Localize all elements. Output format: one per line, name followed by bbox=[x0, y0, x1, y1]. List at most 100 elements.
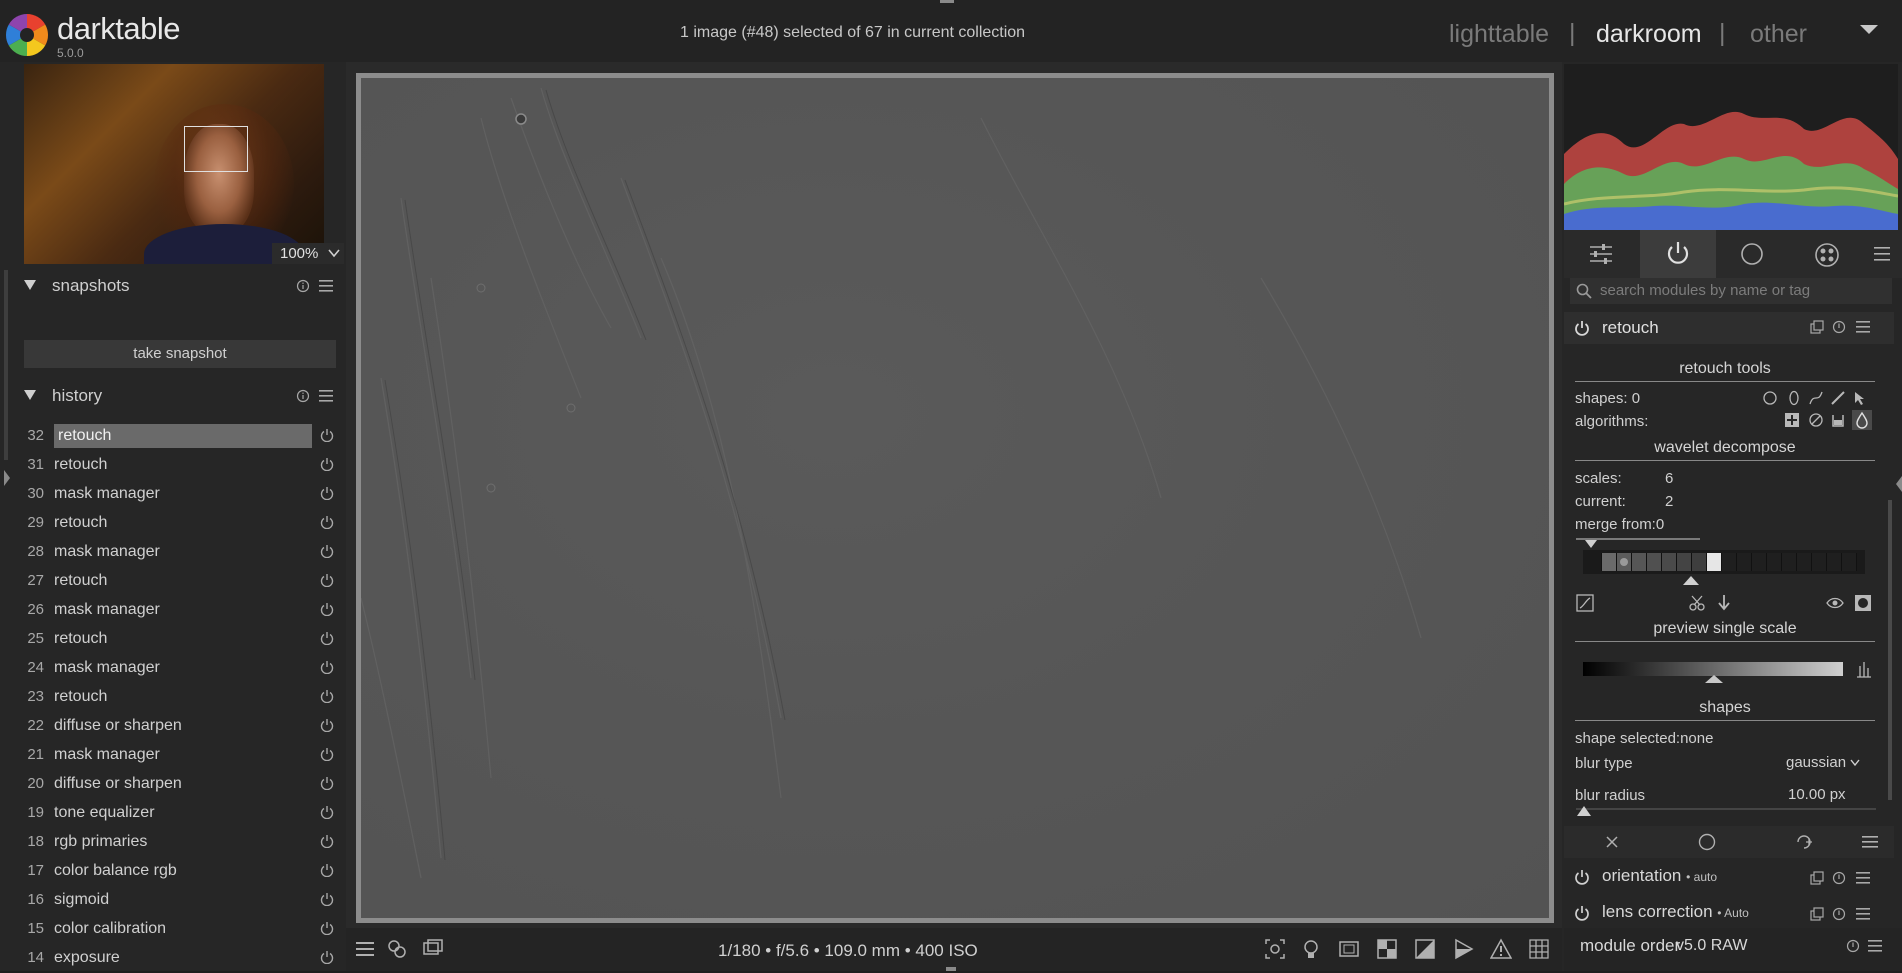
multi-instance-icon[interactable] bbox=[1810, 907, 1824, 921]
chevron-down-icon[interactable] bbox=[1858, 22, 1880, 38]
history-item[interactable]: 21 mask manager bbox=[20, 741, 340, 770]
history-item[interactable]: 22 diffuse or sharpen bbox=[20, 712, 340, 741]
auto-levels-icon[interactable] bbox=[1855, 660, 1873, 678]
levels-marker-icon[interactable] bbox=[1705, 675, 1723, 683]
module-order-reset-icon[interactable] bbox=[1846, 939, 1860, 953]
wavelet-scale-cell[interactable] bbox=[1827, 553, 1842, 571]
wavelet-scale-cell[interactable] bbox=[1782, 553, 1797, 571]
module-order-menu-icon[interactable] bbox=[1868, 940, 1882, 952]
history-item[interactable]: 18 rgb primaries bbox=[20, 828, 340, 857]
wavelet-scale-cell[interactable] bbox=[1737, 553, 1752, 571]
module-groups-menu-icon[interactable] bbox=[1874, 246, 1890, 262]
zoom-level-select[interactable]: 100% bbox=[272, 243, 344, 264]
history-item[interactable]: 17 color balance rgb bbox=[20, 857, 340, 886]
module-power-icon[interactable] bbox=[1574, 320, 1590, 336]
presets-menu-icon[interactable] bbox=[1856, 871, 1870, 885]
blend-drawn-icon[interactable] bbox=[1794, 833, 1814, 851]
menu-icon[interactable] bbox=[319, 280, 333, 292]
algo-blur-icon[interactable] bbox=[1852, 410, 1872, 430]
view-darkroom[interactable]: darkroom bbox=[1596, 20, 1702, 49]
algo-clone-icon[interactable] bbox=[1784, 412, 1800, 428]
wavelet-scale-cell[interactable] bbox=[1812, 553, 1827, 571]
wavelet-scale-cell[interactable] bbox=[1842, 553, 1857, 571]
wavelet-scale-cell[interactable] bbox=[1722, 553, 1737, 571]
module-power-icon[interactable] bbox=[1574, 869, 1590, 885]
history-item[interactable]: 24 mask manager bbox=[20, 654, 340, 683]
history-item[interactable]: 30 mask manager bbox=[20, 480, 340, 509]
presets-menu-icon[interactable] bbox=[1856, 321, 1870, 333]
menu-icon[interactable] bbox=[319, 390, 333, 402]
history-item[interactable]: 25 retouch bbox=[20, 625, 340, 654]
blur-radius-marker-icon[interactable] bbox=[1577, 806, 1591, 816]
second-window-icon[interactable] bbox=[422, 938, 444, 960]
wavelet-scale-cell[interactable] bbox=[1797, 553, 1812, 571]
wavelet-scale-strip[interactable] bbox=[1583, 550, 1865, 574]
wavelet-scale-cell[interactable] bbox=[1632, 553, 1647, 571]
history-item[interactable]: 14 exposure bbox=[20, 944, 340, 973]
histogram[interactable] bbox=[1564, 64, 1898, 230]
mask-display-icon[interactable] bbox=[1854, 594, 1872, 612]
raw-overexposed-icon[interactable] bbox=[1376, 938, 1398, 960]
right-panel-toggle-icon[interactable] bbox=[1896, 476, 1902, 492]
history-item[interactable]: 16 sigmoid bbox=[20, 886, 340, 915]
blend-uniform-icon[interactable] bbox=[1698, 833, 1716, 851]
scale-marker-icon[interactable] bbox=[1683, 576, 1699, 585]
presets-menu-icon[interactable] bbox=[1856, 907, 1870, 921]
left-panel-toggle-icon[interactable] bbox=[4, 470, 10, 486]
reset-icon[interactable] bbox=[1832, 320, 1846, 334]
history-item[interactable]: 27 retouch bbox=[20, 567, 340, 596]
shape-circle-icon[interactable] bbox=[1762, 390, 1778, 406]
history-item[interactable]: 15 color calibration bbox=[20, 915, 340, 944]
blur-type-select[interactable]: gaussian bbox=[1786, 754, 1860, 771]
merge-from-marker-icon[interactable] bbox=[1585, 540, 1597, 548]
preview-levels-gradient[interactable] bbox=[1583, 662, 1843, 676]
view-lighttable[interactable]: lighttable bbox=[1449, 20, 1549, 49]
multi-instance-icon[interactable] bbox=[1810, 320, 1824, 334]
reset-icon[interactable] bbox=[1832, 907, 1846, 921]
wavelet-scale-cell[interactable] bbox=[1662, 553, 1677, 571]
bottom-panel-toggle[interactable] bbox=[946, 967, 956, 971]
module-row[interactable]: orientation • auto bbox=[1564, 860, 1894, 896]
right-scrollbar[interactable] bbox=[1888, 500, 1892, 800]
wavelet-scale-cell[interactable] bbox=[1707, 553, 1722, 571]
eye-icon[interactable] bbox=[1826, 596, 1844, 610]
navigator-thumbnail[interactable] bbox=[24, 64, 324, 264]
history-item[interactable]: 20 diffuse or sharpen bbox=[20, 770, 340, 799]
history-item[interactable]: 29 retouch bbox=[20, 509, 340, 538]
history-item[interactable]: 23 retouch bbox=[20, 683, 340, 712]
active-modules-tab-icon[interactable] bbox=[1664, 240, 1692, 268]
history-header[interactable]: history bbox=[24, 382, 338, 412]
styles-icon[interactable] bbox=[386, 938, 408, 960]
multi-instance-icon[interactable] bbox=[1810, 871, 1824, 885]
info-icon[interactable] bbox=[296, 389, 310, 403]
reset-icon[interactable] bbox=[1832, 871, 1846, 885]
blend-off-icon[interactable] bbox=[1604, 834, 1620, 850]
history-item[interactable]: 32 retouch bbox=[20, 422, 340, 451]
wavelet-scale-cell[interactable] bbox=[1752, 553, 1767, 571]
module-power-icon[interactable] bbox=[1574, 905, 1590, 921]
iso12646-icon[interactable] bbox=[1300, 938, 1322, 960]
show-shapes-icon[interactable] bbox=[1852, 390, 1868, 406]
main-image[interactable] bbox=[361, 78, 1549, 918]
shape-brush-icon[interactable] bbox=[1830, 390, 1846, 406]
blur-radius-slider[interactable] bbox=[1576, 808, 1876, 810]
algo-fill-icon[interactable] bbox=[1830, 412, 1846, 428]
wavelet-scale-cell[interactable] bbox=[1587, 553, 1602, 571]
focus-peaking-icon[interactable] bbox=[1264, 938, 1286, 960]
base-modules-tab-icon[interactable] bbox=[1740, 242, 1764, 266]
algo-heal-icon[interactable] bbox=[1808, 412, 1824, 428]
take-snapshot-button[interactable]: take snapshot bbox=[24, 340, 336, 368]
paste-down-icon[interactable] bbox=[1716, 594, 1732, 612]
history-item[interactable]: 19 tone equalizer bbox=[20, 799, 340, 828]
quick-access-tab-icon[interactable] bbox=[1588, 242, 1614, 266]
shape-path-icon[interactable] bbox=[1808, 390, 1824, 406]
wavelet-scale-cell[interactable] bbox=[1692, 553, 1707, 571]
view-other[interactable]: other bbox=[1750, 20, 1807, 49]
wavelet-scale-cell[interactable] bbox=[1767, 553, 1782, 571]
display-wavelet-scale-icon[interactable] bbox=[1576, 594, 1594, 612]
info-icon[interactable] bbox=[296, 279, 310, 293]
quick-access-menu-icon[interactable] bbox=[354, 938, 376, 960]
cut-icon[interactable] bbox=[1688, 594, 1706, 612]
color-modules-tab-icon[interactable] bbox=[1814, 242, 1840, 268]
wavelet-scale-cell[interactable] bbox=[1677, 553, 1692, 571]
